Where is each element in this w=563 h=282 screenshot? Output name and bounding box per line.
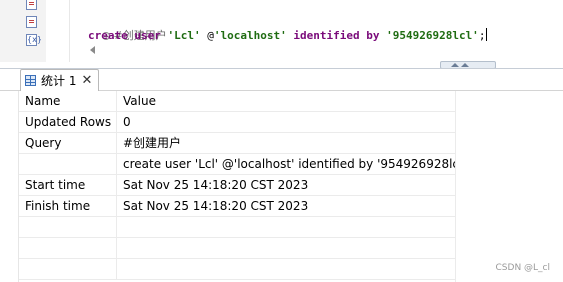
table-row[interactable] bbox=[19, 238, 455, 259]
sql-file-icon[interactable] bbox=[26, 0, 37, 10]
grid-header-row: Name Value bbox=[19, 91, 455, 112]
sql-string-host: 'localhost' bbox=[213, 29, 287, 42]
sql-string-username: 'Lcl' bbox=[167, 29, 201, 42]
sql-editor[interactable]: {x} #创建用户 create user 'Lcl' @'localhost'… bbox=[0, 0, 563, 62]
results-tab-strip: 统计 1 ✕ bbox=[0, 69, 563, 91]
tab-statistics-1[interactable]: 统计 1 ✕ bbox=[20, 69, 100, 91]
sql-file-icon[interactable] bbox=[26, 16, 37, 28]
row-name-cell[interactable] bbox=[19, 259, 117, 279]
table-row[interactable] bbox=[19, 217, 455, 238]
row-value-cell[interactable]: 0 bbox=[117, 112, 455, 132]
sql-at-sign: @ bbox=[207, 29, 214, 42]
row-name-cell[interactable] bbox=[19, 217, 117, 237]
table-row[interactable] bbox=[19, 259, 455, 280]
column-header-name[interactable]: Name bbox=[19, 91, 117, 111]
results-grid: Name Value Updated Rows 0 Query #创建用户 cr… bbox=[0, 91, 563, 282]
editor-gutter: {x} bbox=[0, 0, 46, 62]
sql-keyword-user: user bbox=[134, 29, 161, 42]
row-name-cell[interactable]: Start time bbox=[19, 175, 117, 195]
row-name-cell[interactable]: Finish time bbox=[19, 196, 117, 216]
sql-keyword-create: create bbox=[88, 29, 128, 42]
row-value-cell[interactable] bbox=[117, 259, 455, 279]
row-value-cell[interactable]: #创建用户 bbox=[117, 133, 455, 153]
text-cursor bbox=[486, 28, 488, 41]
table-row[interactable]: create user 'Lcl' @'localhost' identifie… bbox=[19, 154, 455, 175]
sql-keyword-by: by bbox=[366, 29, 380, 42]
braces-file-icon[interactable]: {x} bbox=[26, 34, 42, 46]
code-line-comment[interactable]: #创建用户 bbox=[75, 12, 167, 42]
row-value-cell[interactable] bbox=[117, 238, 455, 258]
table-row[interactable]: Query #创建用户 bbox=[19, 133, 455, 154]
scroll-left-arrow-icon[interactable] bbox=[90, 46, 95, 54]
table-row[interactable]: Finish time Sat Nov 25 14:18:20 CST 2023 bbox=[19, 196, 455, 217]
row-name-cell[interactable]: Query bbox=[19, 133, 117, 153]
table-row[interactable]: Updated Rows 0 bbox=[19, 112, 455, 133]
row-value-cell[interactable]: create user 'Lcl' @'localhost' identifie… bbox=[117, 154, 455, 174]
row-value-cell[interactable] bbox=[117, 217, 455, 237]
row-name-cell[interactable] bbox=[19, 154, 117, 174]
table-row[interactable]: Start time Sat Nov 25 14:18:20 CST 2023 bbox=[19, 175, 455, 196]
tab-label: 统计 1 bbox=[41, 73, 77, 88]
grid-row-header-rail bbox=[0, 91, 19, 282]
watermark-text: CSDN @L_cl bbox=[495, 263, 550, 273]
chevron-up-icon bbox=[451, 63, 459, 67]
grid-right-border bbox=[455, 91, 456, 282]
chevron-up-icon bbox=[461, 63, 469, 67]
code-line-sql[interactable]: create user 'Lcl' @'localhost' identifie… bbox=[88, 28, 488, 44]
row-value-cell[interactable]: Sat Nov 25 14:18:20 CST 2023 bbox=[117, 175, 455, 195]
close-icon[interactable]: ✕ bbox=[81, 71, 92, 91]
sql-terminator: ; bbox=[478, 29, 486, 42]
column-header-value[interactable]: Value bbox=[117, 91, 455, 111]
editor-margin-rule bbox=[69, 0, 70, 62]
sql-string-password: '954926928lcl' bbox=[386, 29, 479, 42]
row-name-cell[interactable] bbox=[19, 238, 117, 258]
row-name-cell[interactable]: Updated Rows bbox=[19, 112, 117, 132]
row-value-cell[interactable]: Sat Nov 25 14:18:20 CST 2023 bbox=[117, 196, 455, 216]
result-grid-icon bbox=[25, 75, 36, 86]
sql-keyword-identified: identified bbox=[293, 29, 360, 42]
